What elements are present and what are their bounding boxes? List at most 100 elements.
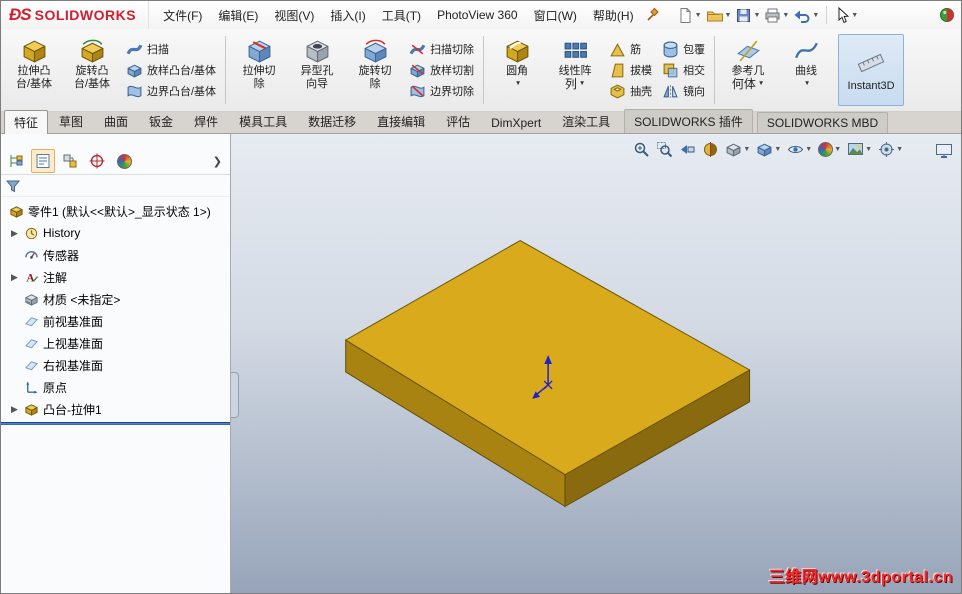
features-group: 圆角 ▼ 线性阵 列 ▼ 筋 拔模 抽壳 包覆 相交 镜向 — [486, 32, 712, 108]
linear-pattern-button[interactable]: 线性阵 列 ▼ — [547, 32, 603, 108]
menu-edit[interactable]: 编辑(E) — [210, 2, 266, 29]
tab-mold-tools[interactable]: 模具工具 — [229, 109, 297, 133]
tree-item-origin[interactable]: 原点 — [1, 376, 230, 398]
panel-tab-dimxpertmanager[interactable] — [85, 149, 109, 173]
fullscreen-button[interactable] — [935, 142, 953, 162]
tree-item-label: 传感器 — [43, 248, 80, 263]
apply-scene-button[interactable]: ▼ — [847, 141, 872, 158]
undo-button[interactable]: ▼ — [792, 5, 820, 26]
tree-item-annotations[interactable]: ▶ A 注解 — [1, 266, 230, 288]
intersect-button[interactable]: 相交 — [660, 62, 707, 79]
cut-group: 拉伸切除 异型孔 向导 旋转切除 扫描切除 放样切割 边界切除 — [228, 32, 481, 108]
menu-tools[interactable]: 工具(T) — [374, 2, 429, 29]
view-settings-button[interactable]: ▼ — [878, 141, 903, 158]
rollback-bar[interactable] — [1, 422, 230, 425]
revolved-cut-button[interactable]: 旋转切除 — [347, 32, 403, 108]
tab-solidworks-mbd[interactable]: SOLIDWORKS MBD — [756, 112, 889, 133]
swept-cut-button[interactable]: 扫描切除 — [407, 41, 476, 58]
reference-group: 参考几 何体 ▼ 曲线 ▼ Instant3D — [717, 32, 909, 108]
tab-surfaces[interactable]: 曲面 — [94, 109, 138, 133]
resources-sphere-icon[interactable] — [939, 7, 955, 23]
swept-boss-button[interactable]: 扫描 — [124, 41, 218, 58]
menu-view[interactable]: 视图(V) — [266, 2, 322, 29]
menu-file[interactable]: 文件(F) — [155, 2, 210, 29]
lofted-cut-button[interactable]: 放样切割 — [407, 62, 476, 79]
tab-data-migration[interactable]: 数据迁移 — [298, 109, 366, 133]
instant3d-button[interactable]: Instant3D — [838, 34, 905, 106]
tab-weldments[interactable]: 焊件 — [184, 109, 228, 133]
expand-arrow-icon[interactable]: ▶ — [9, 228, 20, 239]
edit-appearance-button[interactable]: ▼ — [818, 142, 841, 157]
panel-expand-chevron[interactable]: ❯ — [208, 155, 227, 168]
tree-item-right-plane[interactable]: 右视基准面 — [1, 354, 230, 376]
extruded-boss-icon — [23, 40, 45, 63]
curves-button[interactable]: 曲线 ▼ — [778, 32, 834, 108]
select-tool-button[interactable]: ▼ — [833, 5, 859, 26]
section-view-button[interactable] — [702, 141, 719, 158]
menu-photoview360[interactable]: PhotoView 360 — [429, 3, 526, 27]
hide-show-items-button[interactable]: ▼ — [787, 141, 812, 158]
revolved-boss-base-button[interactable]: 旋转凸 台/基体 — [64, 32, 120, 108]
filter-funnel-icon — [5, 180, 21, 192]
tree-item-label: 右视基准面 — [43, 358, 104, 373]
mirror-icon — [663, 84, 678, 98]
expand-arrow-icon[interactable]: ▶ — [9, 272, 20, 283]
watermark-text: 三维网www.3dportal.cn — [768, 569, 953, 586]
tab-sketch[interactable]: 草图 — [49, 109, 93, 133]
zoom-area-button[interactable] — [656, 141, 673, 158]
tree-item-history[interactable]: ▶ History — [1, 222, 230, 244]
wrap-button[interactable]: 包覆 — [660, 41, 707, 58]
boundary-cut-button[interactable]: 边界切除 — [407, 83, 476, 100]
save-button[interactable]: ▼ — [734, 5, 761, 26]
tree-item-sensors[interactable]: 传感器 — [1, 244, 230, 266]
panel-tab-featuremanager[interactable] — [4, 149, 28, 173]
main-area: ❯ 零件1 (默认<<默认>_显示状态 1>) ▶ History 传感器 ▶ … — [1, 134, 961, 593]
tree-item-boss-extrude1[interactable]: ▶ 凸台-拉伸1 — [1, 398, 230, 420]
open-button[interactable]: ▼ — [705, 5, 733, 26]
tab-dimxpert[interactable]: DimXpert — [481, 112, 551, 133]
tree-filter-row[interactable] — [1, 175, 230, 197]
reference-geometry-button[interactable]: 参考几 何体 ▼ — [720, 32, 776, 108]
tab-solidworks-addins[interactable]: SOLIDWORKS 插件 — [624, 109, 753, 133]
menu-help[interactable]: 帮助(H) — [585, 2, 642, 29]
tree-item-top-plane[interactable]: 上视基准面 — [1, 332, 230, 354]
panel-tab-propertymanager[interactable] — [31, 149, 55, 173]
panel-tab-displaymanager[interactable] — [112, 149, 136, 173]
pin-menu-icon[interactable] — [646, 8, 660, 22]
graphics-area[interactable]: ▼ ▼ ▼ ▼ ▼ ▼ 三维网www.3dportal.cn — [231, 134, 961, 593]
tree-item-label: 原点 — [43, 380, 68, 395]
menu-insert[interactable]: 插入(I) — [322, 2, 373, 29]
ds-logo-mark: ÐS — [9, 5, 32, 24]
extruded-cut-button[interactable]: 拉伸切除 — [231, 32, 287, 108]
menu-window[interactable]: 窗口(W) — [526, 2, 585, 29]
tree-item-front-plane[interactable]: 前视基准面 — [1, 310, 230, 332]
panel-tab-configurationmanager[interactable] — [58, 149, 82, 173]
new-document-button[interactable]: ▼ — [676, 5, 703, 26]
tree-item-material[interactable]: 材质 <未指定> — [1, 288, 230, 310]
lofted-boss-button[interactable]: 放样凸台/基体 — [124, 62, 218, 79]
extruded-boss-base-button[interactable]: 拉伸凸 台/基体 — [6, 32, 62, 108]
zoom-area-icon — [657, 142, 673, 158]
tree-item-part[interactable]: 零件1 (默认<<默认>_显示状态 1>) — [1, 200, 230, 222]
tab-sheet-metal[interactable]: 钣金 — [139, 109, 183, 133]
tab-evaluate[interactable]: 评估 — [436, 109, 480, 133]
zoom-fit-button[interactable] — [633, 141, 650, 158]
boundary-boss-button[interactable]: 边界凸台/基体 — [124, 83, 218, 100]
fillet-button[interactable]: 圆角 ▼ — [489, 32, 545, 108]
chevron-down-icon: ▼ — [896, 146, 903, 153]
tab-direct-editing[interactable]: 直接编辑 — [367, 109, 435, 133]
command-tab-bar: 特征 草图 曲面 钣金 焊件 模具工具 数据迁移 直接编辑 评估 DimXper… — [1, 109, 961, 134]
display-style-button[interactable]: ▼ — [756, 141, 781, 158]
tab-features[interactable]: 特征 — [4, 110, 49, 134]
draft-button[interactable]: 拔模 — [607, 62, 654, 79]
expand-arrow-icon[interactable]: ▶ — [9, 404, 20, 415]
shell-button[interactable]: 抽壳 — [607, 83, 654, 100]
mirror-button[interactable]: 镜向 — [660, 83, 707, 100]
previous-view-button[interactable] — [679, 141, 696, 158]
view-orientation-button[interactable]: ▼ — [725, 141, 750, 158]
tab-render-tools[interactable]: 渲染工具 — [552, 109, 620, 133]
panel-splitter-handle[interactable] — [231, 372, 239, 418]
print-button[interactable]: ▼ — [763, 5, 790, 26]
hole-wizard-button[interactable]: 异型孔 向导 — [289, 32, 345, 108]
rib-button[interactable]: 筋 — [607, 41, 654, 58]
